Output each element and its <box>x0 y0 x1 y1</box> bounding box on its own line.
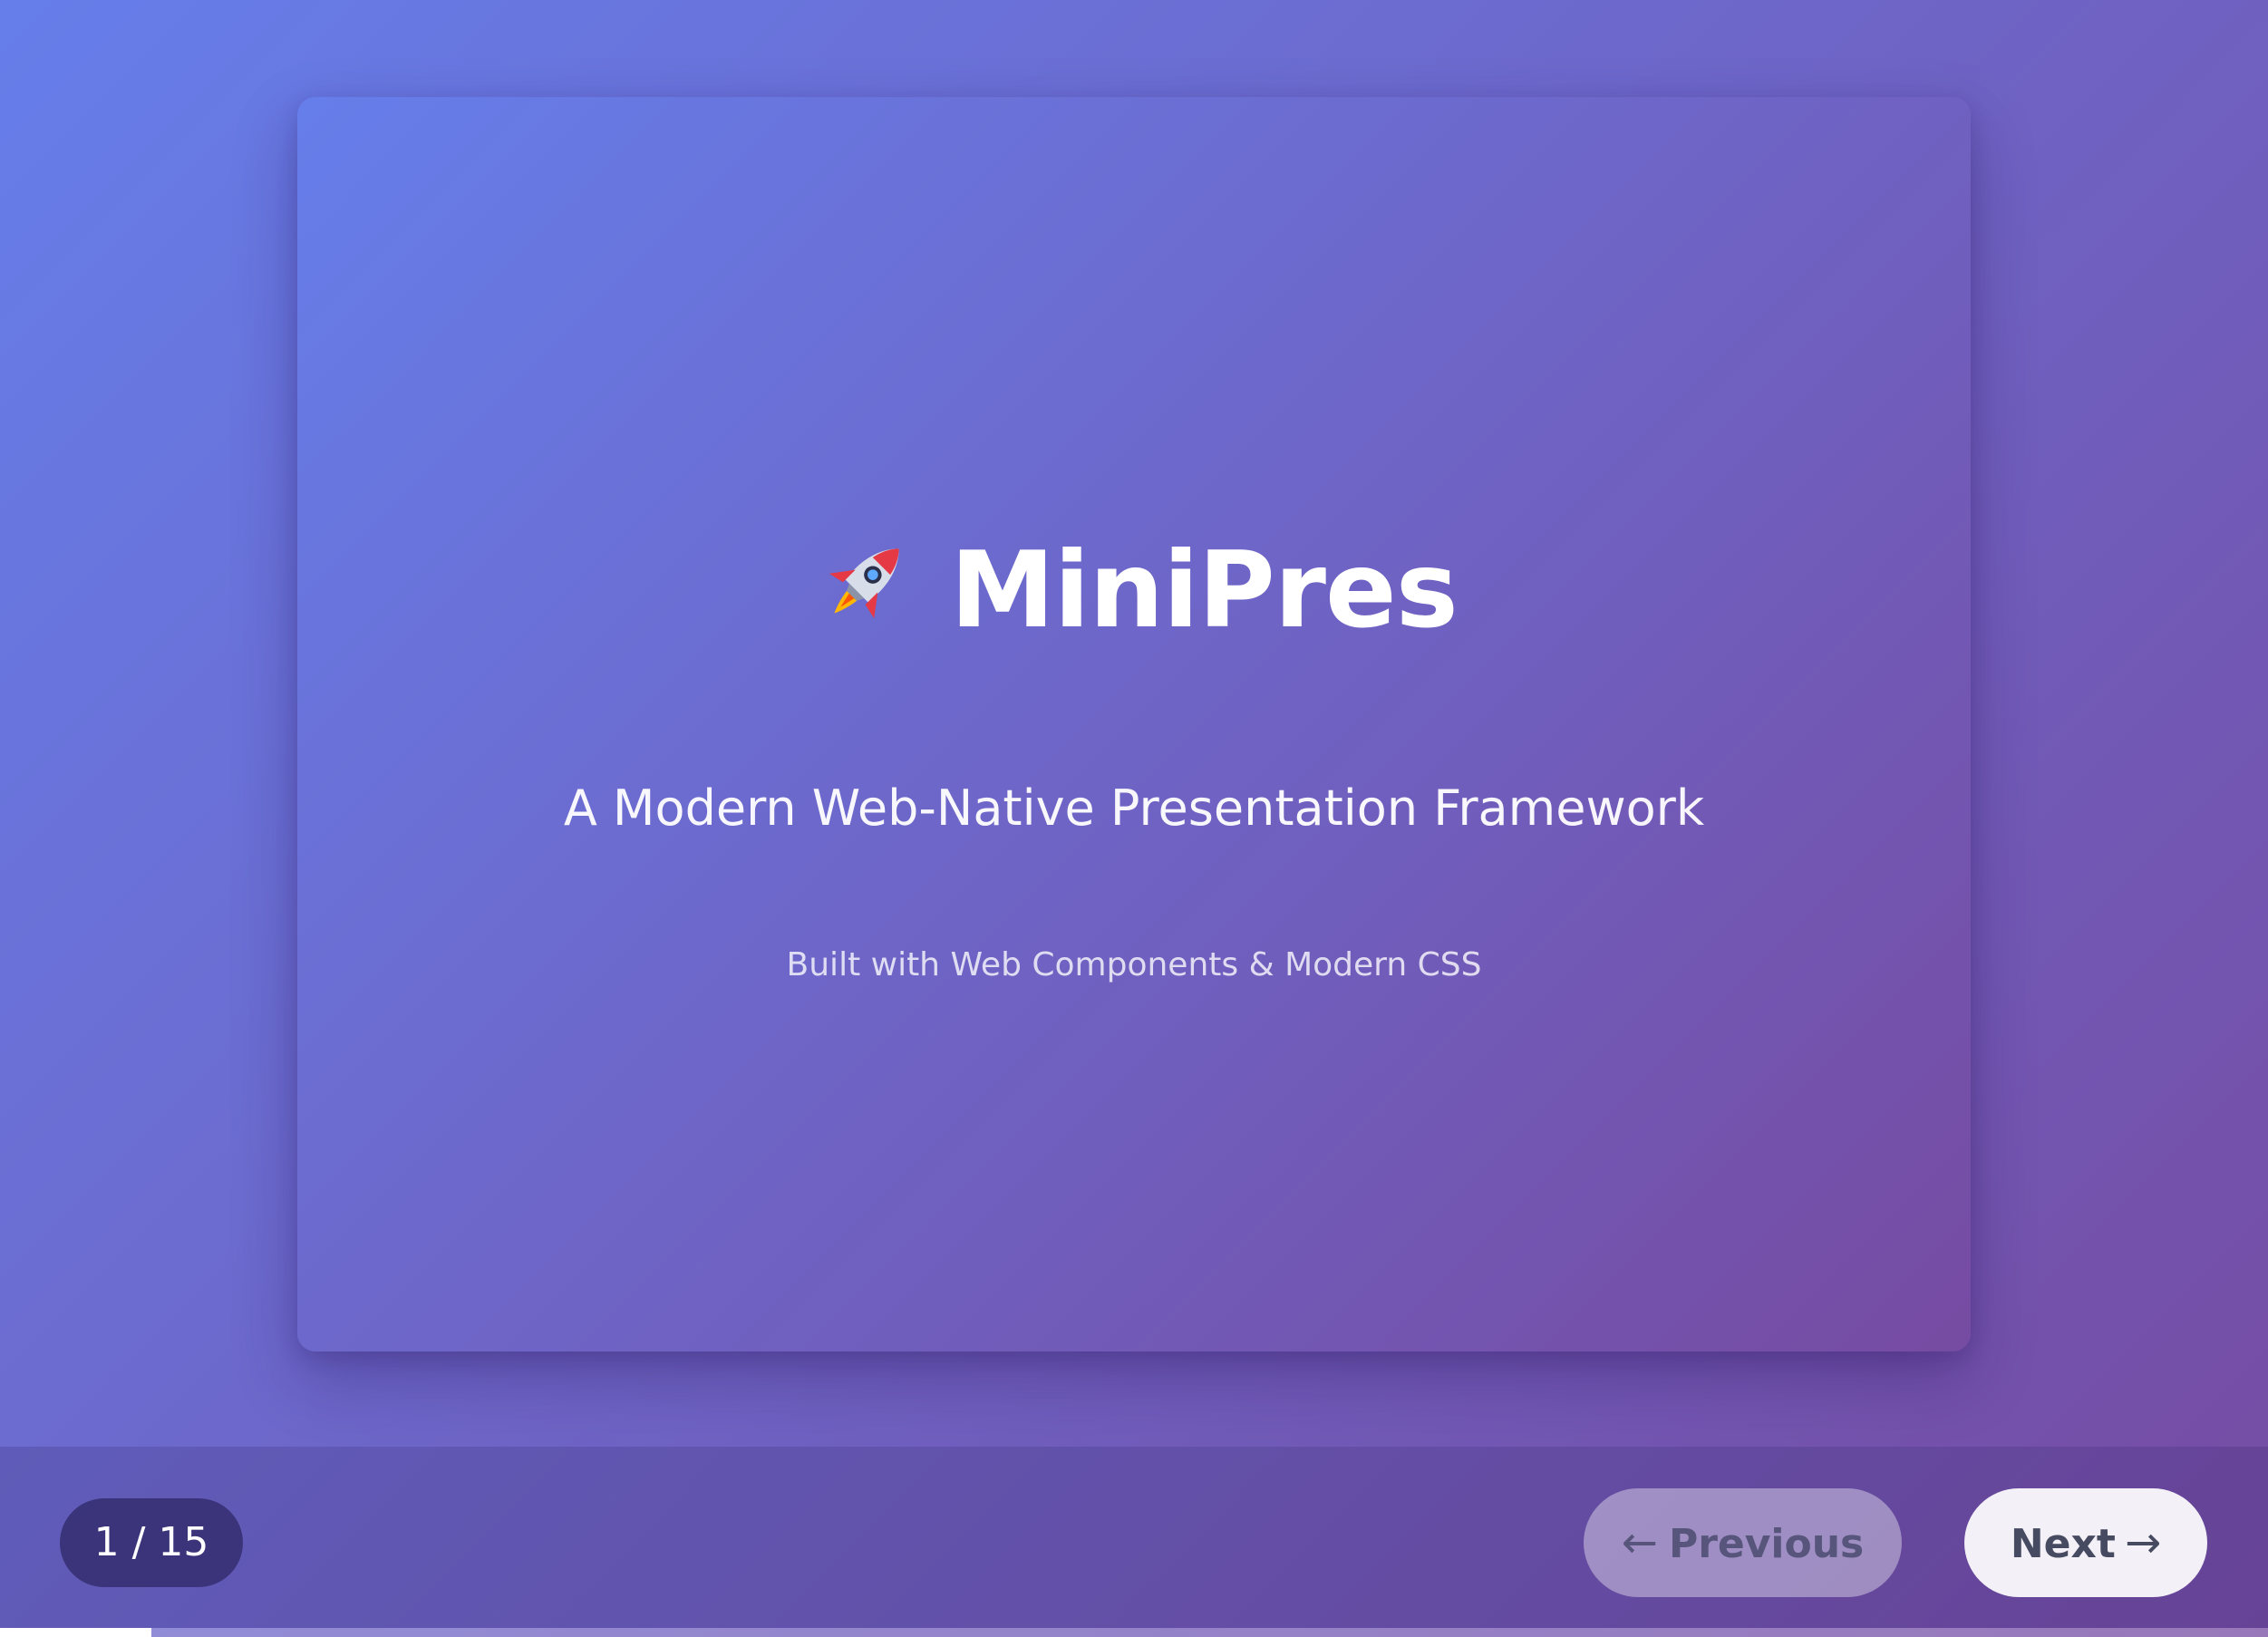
progress-bar-fill <box>0 1628 151 1637</box>
presentation-stage: MiniPres A Modern Web-Native Presentatio… <box>0 0 2268 1447</box>
slide-subtitle: A Modern Web-Native Presentation Framewo… <box>563 780 1705 837</box>
rocket-icon <box>829 548 899 619</box>
next-button-label: Next <box>2010 1521 2116 1567</box>
slide-counter: 1 / 15 <box>60 1498 243 1587</box>
arrow-left-icon: ← <box>1621 1517 1658 1568</box>
slide: MiniPres A Modern Web-Native Presentatio… <box>297 97 1971 1351</box>
slide-content: MiniPres A Modern Web-Native Presentatio… <box>297 97 1971 1351</box>
next-button[interactable]: Next → <box>1964 1488 2207 1597</box>
previous-button[interactable]: ← Previous <box>1584 1488 1902 1597</box>
slide-tagline: Built with Web Components & Modern CSS <box>786 946 1482 983</box>
slide-title: MiniPres <box>297 523 1971 659</box>
progress-bar <box>0 1628 2268 1637</box>
arrow-right-icon: → <box>2124 1517 2162 1568</box>
presentation-controls: 1 / 15 ← Previous Next → <box>0 1447 2268 1628</box>
previous-button-label: Previous <box>1668 1521 1865 1567</box>
slide-title-text: MiniPres <box>950 529 1458 652</box>
